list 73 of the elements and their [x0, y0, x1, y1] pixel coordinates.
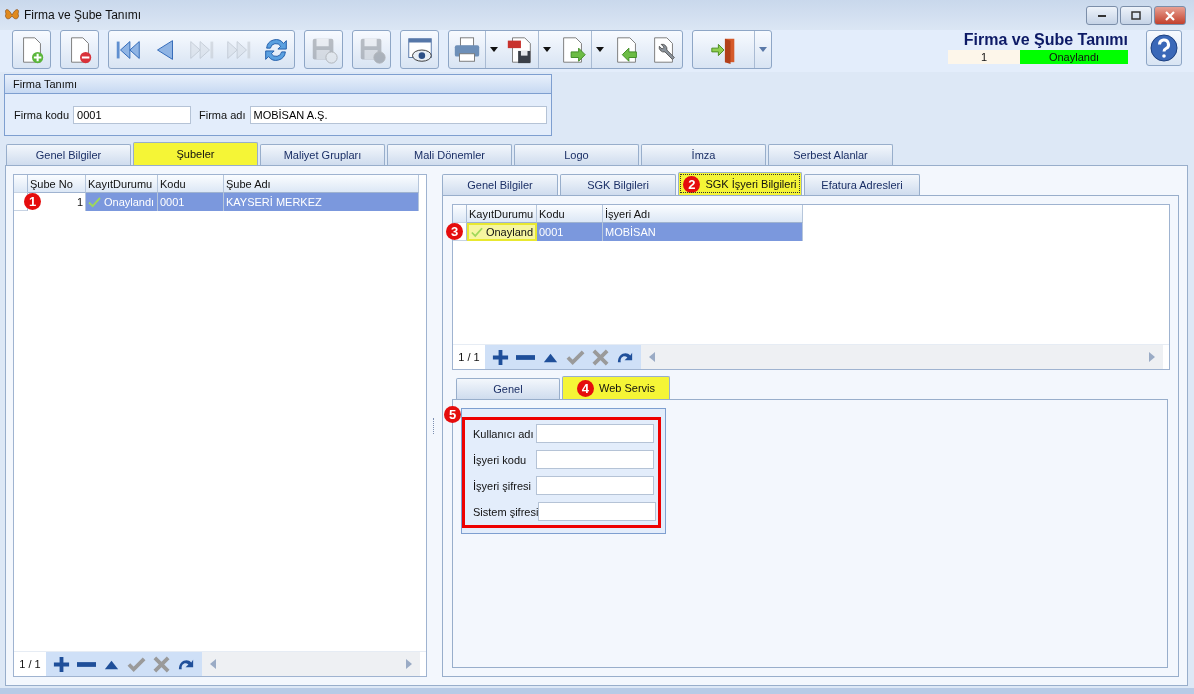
callout-badge: 5	[444, 406, 461, 423]
check-icon	[471, 226, 483, 238]
panel-title: Firma Tanımı	[5, 75, 551, 94]
minimize-icon	[1098, 14, 1106, 17]
splitter-handle[interactable]	[433, 417, 436, 434]
cancel-icon	[152, 654, 171, 674]
tab[interactable]: Genel	[456, 378, 560, 399]
table-cell: Onaylandı	[86, 193, 158, 211]
tab[interactable]: 4 Web Servis	[562, 376, 670, 399]
field-label: İşyeri şifresi	[473, 479, 532, 492]
caret-icon	[596, 47, 604, 52]
help-icon	[1149, 33, 1179, 63]
table-cell: 0001	[537, 223, 603, 241]
status-label: Onaylandı	[1020, 50, 1128, 64]
table-cell: MOBİSAN	[603, 223, 803, 241]
field-label: İşyeri kodu	[473, 453, 527, 466]
callout-badge: 4	[576, 379, 594, 397]
tab[interactable]: Şubeler	[133, 142, 258, 165]
field-label: Sistem şifresi	[473, 505, 539, 518]
remove-icon	[516, 354, 535, 360]
horizontal-scrollbar[interactable]	[641, 345, 1163, 369]
field-label: Firma adı	[199, 109, 246, 121]
caret-icon	[543, 47, 551, 52]
callout-badge: 1	[24, 193, 41, 210]
callout-badge: 3	[446, 223, 463, 240]
field-label: Kullanıcı adı	[473, 427, 534, 440]
window-title: Firma ve Şube Tanımı	[24, 8, 142, 22]
tab[interactable]: Genel Bilgiler	[442, 174, 558, 195]
close-icon	[1164, 9, 1176, 22]
page-counter: 1 / 1	[457, 351, 481, 363]
scroll-right-icon	[406, 659, 412, 669]
scroll-left-icon	[210, 659, 216, 669]
table-cell: KAYSERİ MERKEZ	[224, 193, 419, 211]
record-number: 1	[948, 50, 1020, 64]
tab[interactable]: Genel Bilgiler	[6, 144, 131, 165]
close-button[interactable]	[1154, 6, 1186, 25]
caret-icon	[759, 47, 767, 52]
tab[interactable]: Logo	[514, 144, 639, 165]
text-field[interactable]	[536, 476, 654, 495]
minimize-button[interactable]	[1086, 6, 1118, 25]
field-label: Firma kodu	[14, 109, 70, 121]
text-field[interactable]	[536, 450, 654, 469]
text-field[interactable]	[536, 424, 654, 443]
add-icon	[52, 654, 71, 674]
horizontal-scrollbar[interactable]	[202, 652, 420, 676]
help-button[interactable]	[1146, 30, 1182, 66]
page-counter: 1 / 1	[18, 658, 42, 670]
text-field[interactable]: MOBİSAN A.Ş.	[249, 106, 547, 124]
table-cell: Onayland	[467, 223, 537, 241]
tab[interactable]: Mali Dönemler	[387, 144, 512, 165]
grid-row[interactable]: 3 Onayland 0001 MOBİSAN	[453, 223, 803, 241]
tab[interactable]: 2 SGK İşyeri Bilgileri	[678, 172, 802, 195]
remove-icon	[77, 661, 96, 667]
text-field[interactable]	[538, 502, 657, 521]
scroll-right-icon	[1149, 352, 1155, 362]
tab[interactable]: SGK Bilgileri	[560, 174, 676, 195]
table-cell: 0001	[158, 193, 224, 211]
grid-row[interactable]: 1 1 Onaylandı 0001 KAYSERİ MERKEZ	[14, 193, 419, 211]
check-icon	[88, 196, 101, 208]
print-icon	[452, 34, 482, 65]
callout-badge: 2	[683, 175, 701, 193]
tab[interactable]: Maliyet Grupları	[260, 144, 385, 165]
maximize-button[interactable]	[1120, 6, 1152, 25]
text-field[interactable]: 0001	[73, 106, 192, 124]
form-title: Firma ve Şube Tanımı	[963, 30, 1128, 50]
cancel-icon	[591, 347, 610, 367]
tab[interactable]: İmza	[641, 144, 766, 165]
maximize-icon	[1130, 9, 1142, 22]
caret-icon	[490, 47, 498, 52]
tab[interactable]: Serbest Alanlar	[768, 144, 893, 165]
scroll-left-icon	[649, 352, 655, 362]
add-icon	[491, 347, 510, 367]
tab[interactable]: Efatura Adresleri	[804, 174, 920, 195]
